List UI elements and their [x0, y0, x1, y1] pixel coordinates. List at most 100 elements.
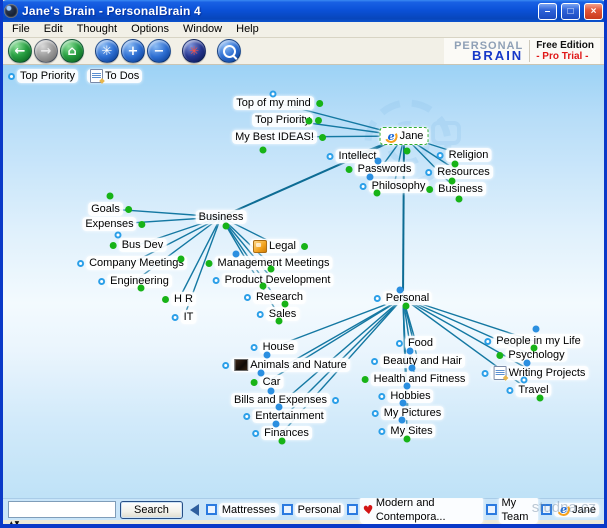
thought-node-my-best-ideas[interactable]: My Best IDEAS!: [232, 130, 326, 144]
link-gate-dot[interactable]: [373, 294, 381, 302]
scroll-left-icon[interactable]: [189, 503, 199, 516]
wander-button[interactable]: ✳: [182, 39, 206, 63]
link-gate-dot[interactable]: [371, 409, 379, 417]
close-button[interactable]: ×: [584, 2, 603, 20]
thought-node-house[interactable]: House: [250, 340, 298, 354]
plan-button[interactable]: ✳: [95, 39, 119, 63]
link-gate-dot[interactable]: [259, 146, 267, 154]
thought-node-legal[interactable]: Legal: [250, 239, 308, 253]
link-gate-dot[interactable]: [256, 310, 264, 318]
link-gate-dot[interactable]: [171, 313, 179, 321]
pinned-bottom-jane[interactable]: e Jane: [541, 502, 599, 517]
link-gate-dot[interactable]: [448, 177, 456, 185]
link-gate-dot[interactable]: [536, 394, 544, 402]
home-button[interactable]: ⌂: [60, 39, 84, 63]
link-gate-dot[interactable]: [114, 231, 122, 239]
link-gate-dot[interactable]: [455, 195, 463, 203]
thought-node-hr[interactable]: H R: [162, 292, 196, 306]
link-gate-dot[interactable]: [106, 192, 114, 200]
thought-node-it[interactable]: IT: [171, 310, 197, 324]
link-gate-dot[interactable]: [520, 376, 528, 384]
link-gate-dot[interactable]: [272, 420, 280, 428]
search-button[interactable]: [217, 39, 241, 63]
link-gate-dot[interactable]: [399, 399, 407, 407]
thought-node-writing[interactable]: Writing Projects: [481, 366, 589, 380]
link-gate-dot[interactable]: [484, 337, 492, 345]
title-bar[interactable]: Jane's Brain - PersonalBrain 4 – □ ×: [3, 0, 604, 22]
link-gate-dot[interactable]: [523, 359, 531, 367]
splitter-arrows-icon[interactable]: ▲▼: [9, 520, 20, 524]
link-gate-dot[interactable]: [318, 133, 326, 141]
link-gate-dot[interactable]: [402, 302, 410, 310]
link-gate-dot[interactable]: [259, 282, 267, 290]
link-gate-dot[interactable]: [395, 339, 403, 347]
pinned-thought-to-dos[interactable]: To Dos: [87, 69, 143, 83]
link-gate-dot[interactable]: [451, 160, 459, 168]
link-gate-dot[interactable]: [373, 189, 381, 197]
pinned-bottom-my-team[interactable]: My Team: [485, 495, 539, 524]
link-gate-dot[interactable]: [137, 284, 145, 292]
menu-item-window[interactable]: Window: [176, 22, 229, 37]
thought-node-engineering[interactable]: Engineering: [98, 274, 172, 288]
link-gate-dot[interactable]: [345, 165, 353, 173]
thought-node-entertainment[interactable]: Entertainment: [243, 409, 327, 423]
link-gate-dot[interactable]: [506, 386, 514, 394]
link-gate-dot[interactable]: [300, 242, 308, 250]
link-gate-dot[interactable]: [406, 347, 414, 355]
link-gate-dot[interactable]: [212, 276, 220, 284]
link-gate-dot[interactable]: [305, 117, 313, 125]
search-button[interactable]: Search: [120, 500, 183, 519]
link-gate-dot[interactable]: [315, 116, 323, 124]
thought-node-research[interactable]: Research: [243, 290, 307, 304]
link-gate-dot[interactable]: [205, 259, 213, 267]
zoom-in-button[interactable]: +: [121, 39, 145, 63]
menu-item-file[interactable]: File: [5, 22, 37, 37]
minimize-button[interactable]: –: [538, 2, 557, 20]
link-gate-dot[interactable]: [243, 293, 251, 301]
thought-node-philosophy[interactable]: Philosophy: [359, 179, 429, 193]
link-gate-dot[interactable]: [532, 325, 540, 333]
link-gate-dot[interactable]: [281, 300, 289, 308]
zoom-out-button[interactable]: −: [147, 39, 171, 63]
link-gate-dot[interactable]: [250, 343, 258, 351]
thought-node-jane[interactable]: e Jane: [379, 127, 429, 145]
menu-item-help[interactable]: Help: [229, 22, 266, 37]
thought-node-goals[interactable]: Goals: [88, 202, 132, 216]
thought-node-health[interactable]: Health and Fitness: [361, 372, 469, 386]
thought-node-business[interactable]: Business: [195, 210, 247, 224]
link-gate-dot[interactable]: [371, 357, 379, 365]
thought-node-beauty[interactable]: Beauty and Hair: [371, 354, 465, 368]
link-gate-dot[interactable]: [109, 241, 117, 249]
link-gate-dot[interactable]: [124, 205, 132, 213]
link-gate-dot[interactable]: [269, 90, 277, 98]
link-gate-dot[interactable]: [396, 286, 404, 294]
link-gate-dot[interactable]: [530, 344, 538, 352]
link-gate-dot[interactable]: [222, 222, 230, 230]
pinned-bottom-mattresses[interactable]: Mattresses: [205, 502, 279, 517]
link-gate-dot[interactable]: [378, 392, 386, 400]
brain-map-canvas[interactable]: Top Priority To Dos Top of my mind Top Pri…: [3, 65, 604, 498]
thought-node-business-r[interactable]: Business: [426, 182, 486, 196]
link-gate-dot[interactable]: [315, 99, 323, 107]
maximize-button[interactable]: □: [561, 2, 580, 20]
link-gate-dot[interactable]: [267, 387, 275, 395]
link-gate-dot[interactable]: [326, 152, 334, 160]
link-gate-dot[interactable]: [222, 361, 230, 369]
search-input[interactable]: [8, 501, 116, 518]
link-gate-dot[interactable]: [138, 220, 146, 228]
link-gate-dot[interactable]: [275, 403, 283, 411]
thought-node-bills[interactable]: Bills and Expenses: [231, 393, 339, 407]
link-gate-dot[interactable]: [378, 427, 386, 435]
thought-node-product-development[interactable]: Product Development: [212, 273, 334, 287]
link-gate-dot[interactable]: [426, 185, 434, 193]
link-gate-dot[interactable]: [278, 437, 286, 445]
thought-node-resources[interactable]: Resources: [425, 165, 493, 179]
link-gate-dot[interactable]: [331, 396, 339, 404]
thought-node-intellect[interactable]: Intellect: [326, 149, 380, 163]
link-gate-dot[interactable]: [398, 416, 406, 424]
link-gate-dot[interactable]: [403, 382, 411, 390]
link-gate-dot[interactable]: [77, 259, 85, 267]
link-gate-dot[interactable]: [374, 157, 382, 165]
link-gate-dot[interactable]: [98, 277, 106, 285]
thought-node-travel[interactable]: Travel: [506, 383, 552, 397]
